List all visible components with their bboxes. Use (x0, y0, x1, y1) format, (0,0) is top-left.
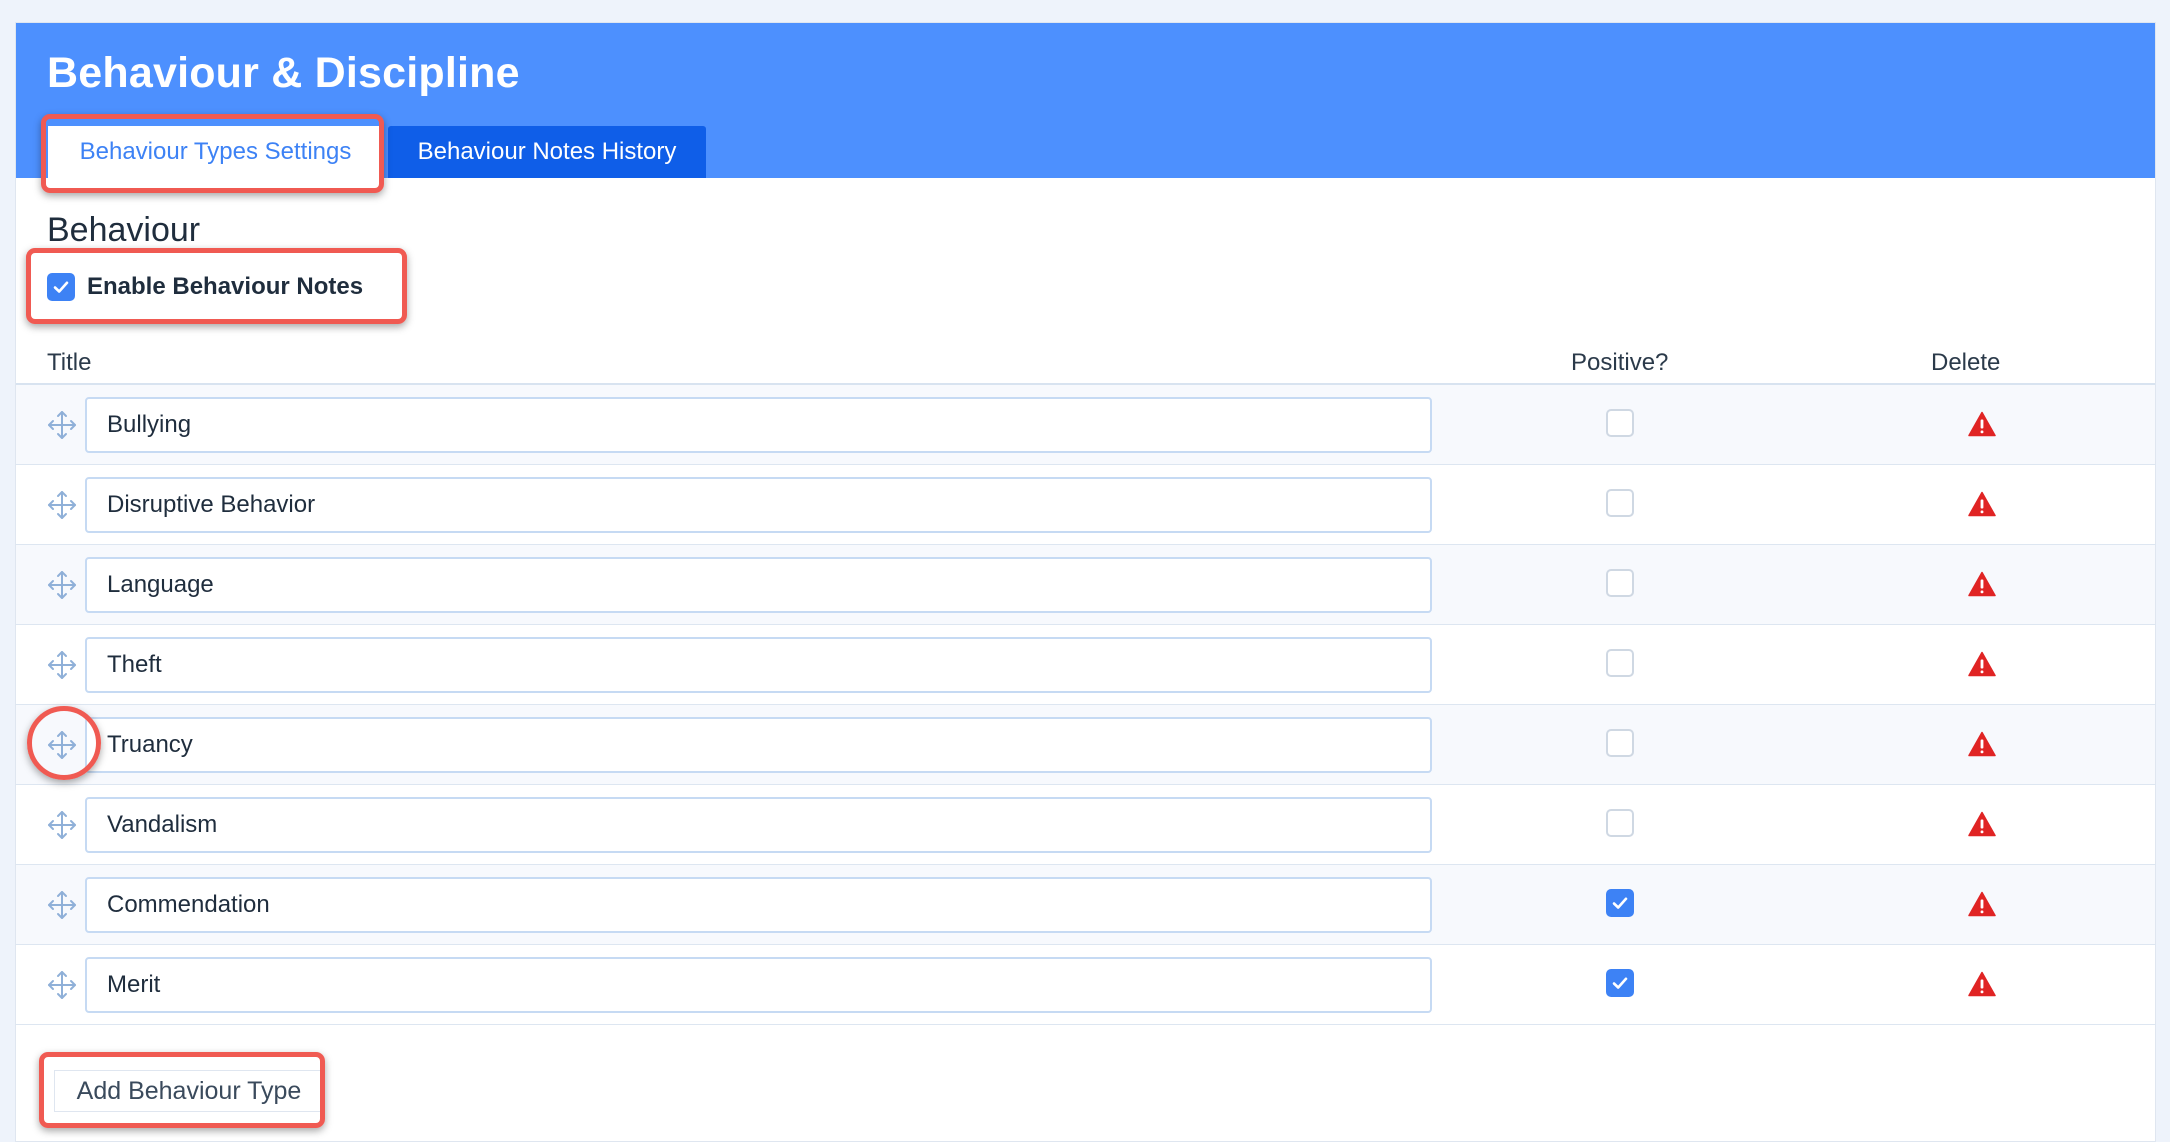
behaviour-panel: Behaviour & Discipline Behaviour Types S… (15, 22, 2156, 1142)
checkmark-icon (1612, 897, 1628, 909)
warning-triangle-icon[interactable] (1968, 971, 1996, 997)
warning-triangle-icon[interactable] (1968, 731, 1996, 757)
positive-checkbox[interactable] (1606, 489, 1634, 517)
column-header-title: Title (47, 349, 92, 376)
add-behaviour-type-button[interactable]: Add Behaviour Type (54, 1070, 324, 1112)
warning-triangle-icon[interactable] (1968, 411, 1996, 437)
warning-triangle-icon[interactable] (1968, 891, 1996, 917)
positive-checkbox[interactable] (1606, 569, 1634, 597)
behaviour-title-input[interactable] (85, 397, 1432, 453)
section-title: Behaviour (47, 211, 201, 249)
positive-checkbox[interactable] (1606, 649, 1634, 677)
table-row (16, 385, 2155, 465)
tab-behaviour-types-settings[interactable]: Behaviour Types Settings (48, 126, 383, 178)
enable-behaviour-notes-toggle[interactable]: Enable Behaviour Notes (47, 271, 363, 303)
positive-checkbox[interactable] (1606, 809, 1634, 837)
table-row (16, 785, 2155, 865)
move-arrows-icon[interactable] (46, 569, 78, 601)
table-row (16, 625, 2155, 705)
table-row (16, 865, 2155, 945)
behaviour-title-input[interactable] (85, 957, 1432, 1013)
checkmark-icon (1612, 977, 1628, 989)
move-arrows-icon[interactable] (46, 649, 78, 681)
page-header: Behaviour & Discipline Behaviour Types S… (16, 23, 2155, 178)
behaviour-types-table (16, 385, 2155, 1025)
table-row (16, 465, 2155, 545)
warning-triangle-icon[interactable] (1968, 811, 1996, 837)
positive-checkbox[interactable] (1606, 889, 1634, 917)
warning-triangle-icon[interactable] (1968, 651, 1996, 677)
move-arrows-icon[interactable] (46, 409, 78, 441)
column-header-positive: Positive? (1571, 349, 1669, 376)
positive-checkbox[interactable] (1606, 409, 1634, 437)
warning-triangle-icon[interactable] (1968, 571, 1996, 597)
behaviour-title-input[interactable] (85, 637, 1432, 693)
move-arrows-icon[interactable] (46, 809, 78, 841)
column-header-delete: Delete (1931, 349, 2001, 376)
enable-behaviour-notes-checkbox[interactable] (47, 273, 75, 301)
positive-checkbox[interactable] (1606, 729, 1634, 757)
move-arrows-icon[interactable] (46, 889, 78, 921)
move-arrows-icon[interactable] (46, 969, 78, 1001)
behaviour-title-input[interactable] (85, 717, 1432, 773)
enable-behaviour-notes-label: Enable Behaviour Notes (87, 273, 364, 300)
table-row (16, 545, 2155, 625)
positive-checkbox[interactable] (1606, 969, 1634, 997)
behaviour-title-input[interactable] (85, 877, 1432, 933)
behaviour-title-input[interactable] (85, 477, 1432, 533)
warning-triangle-icon[interactable] (1968, 491, 1996, 517)
tab-behaviour-notes-history[interactable]: Behaviour Notes History (388, 126, 706, 178)
checkmark-icon (53, 281, 69, 293)
page-title: Behaviour & Discipline (47, 49, 520, 97)
behaviour-title-input[interactable] (85, 557, 1432, 613)
behaviour-title-input[interactable] (85, 797, 1432, 853)
table-row (16, 705, 2155, 785)
move-arrows-icon[interactable] (46, 729, 78, 761)
move-arrows-icon[interactable] (46, 489, 78, 521)
table-row (16, 945, 2155, 1025)
